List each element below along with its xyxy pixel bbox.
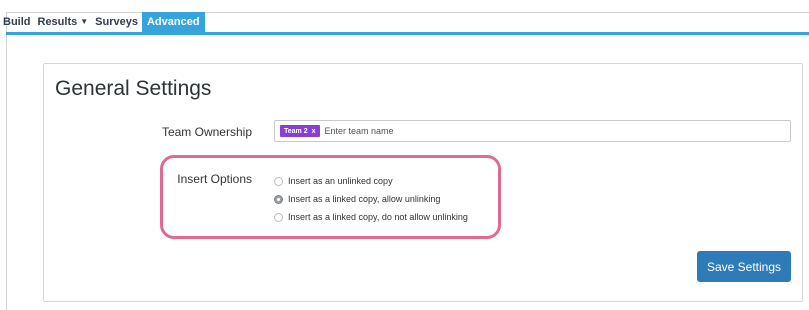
nav-tab-results[interactable]: Results ▼ xyxy=(35,12,93,32)
page-title: General Settings xyxy=(55,77,212,100)
radio-button[interactable] xyxy=(274,176,283,186)
nav-tab-build[interactable]: Build xyxy=(0,12,35,32)
nav-tab-label: Results xyxy=(37,16,78,28)
nav-tab-label: Advanced xyxy=(146,16,200,28)
top-nav: Build Results ▼ Surveys Advanced xyxy=(0,12,205,32)
team-name-input[interactable] xyxy=(324,126,790,136)
radio-option-linked-allow-unlinking[interactable]: Insert as a linked copy, allow unlinking xyxy=(274,194,440,204)
radio-button[interactable] xyxy=(274,212,283,222)
radio-option-linked-no-unlinking[interactable]: Insert as a linked copy, do not allow un… xyxy=(274,212,468,222)
team-chip: Team 2 x xyxy=(280,125,320,137)
team-chip-label: Team 2 xyxy=(284,127,308,135)
nav-tab-advanced[interactable]: Advanced xyxy=(141,12,205,32)
radio-label: Insert as an unlinked copy xyxy=(288,176,393,186)
nav-tab-label: Surveys xyxy=(95,16,138,28)
team-ownership-field[interactable]: Team 2 x xyxy=(274,120,791,142)
team-ownership-label: Team Ownership xyxy=(161,125,252,139)
chip-remove-icon[interactable]: x xyxy=(312,128,316,135)
caret-down-icon: ▼ xyxy=(80,17,89,26)
nav-underline xyxy=(6,32,809,35)
nav-tab-label: Build xyxy=(3,16,31,28)
nav-tab-surveys[interactable]: Surveys xyxy=(92,12,142,32)
radio-button-selected[interactable] xyxy=(274,194,283,204)
radio-label: Insert as a linked copy, allow unlinking xyxy=(288,194,441,204)
insert-options-label: Insert Options xyxy=(177,172,252,186)
radio-label: Insert as a linked copy, do not allow un… xyxy=(288,212,468,222)
save-settings-button[interactable]: Save Settings xyxy=(697,251,791,282)
radio-option-unlinked[interactable]: Insert as an unlinked copy xyxy=(274,176,393,186)
